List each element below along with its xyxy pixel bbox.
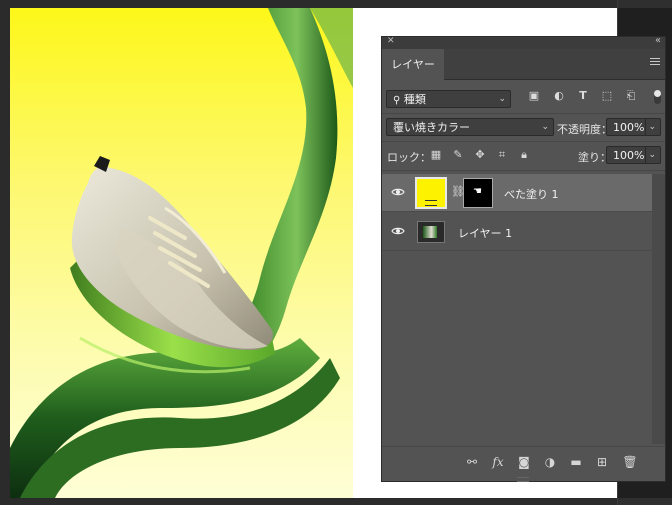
new-layer-icon[interactable]: ⊞ <box>594 455 610 469</box>
layer-mask-thumbnail[interactable]: ☚ <box>463 178 493 208</box>
fill-field[interactable]: 100% ⌄ <box>606 146 661 164</box>
shape-filter-icon[interactable]: ⬚ <box>601 90 613 102</box>
layers-panel: ✕ ‹‹ レイヤー ⚲ 種類 ⌄ ▣ ◐ T ⬚ ⎗ 覆い焼きカラー ⌄ 不透明… <box>381 35 666 482</box>
panel-titlebar[interactable]: ✕ ‹‹ <box>382 35 665 49</box>
lock-artboard-icon[interactable]: ⌗ <box>496 149 508 161</box>
layers-scrollbar[interactable] <box>652 174 665 444</box>
pixel-filter-icon[interactable]: ▣ <box>528 90 540 102</box>
blend-mode-value: 覆い焼きカラー <box>393 121 470 134</box>
resize-grip[interactable] <box>517 477 529 482</box>
fx-icon[interactable]: fx <box>490 455 506 469</box>
adjustment-filter-icon[interactable]: ◐ <box>553 90 565 102</box>
eye-icon[interactable] <box>391 187 405 197</box>
opacity-label: 不透明度： <box>557 123 612 136</box>
chevron-down-icon: ⌄ <box>541 122 549 132</box>
layer-name-image[interactable]: レイヤー 1 <box>458 225 512 241</box>
lock-transparent-pixels-icon[interactable]: ▦ <box>430 149 442 161</box>
filter-kind-select[interactable]: ⚲ 種類 ⌄ <box>386 90 511 108</box>
fill-value: 100% <box>613 149 645 162</box>
close-icon[interactable]: ✕ <box>387 36 395 46</box>
lock-all-icon[interactable]: 🔒︎ <box>518 149 530 161</box>
panel-menu-icon[interactable] <box>650 58 660 68</box>
folder-icon[interactable]: ▬ <box>568 455 584 469</box>
blend-mode-select[interactable]: 覆い焼きカラー ⌄ <box>386 118 554 136</box>
chevron-down-icon[interactable]: ⌄ <box>645 147 656 164</box>
filter-kind-label: 種類 <box>403 93 426 106</box>
tab-layers[interactable]: レイヤー <box>382 49 444 80</box>
lock-image-pixels-icon[interactable]: ✎ <box>452 149 464 161</box>
eye-icon[interactable] <box>391 226 405 236</box>
collapse-icon[interactable]: ‹‹ <box>655 35 661 46</box>
cursor-hand-icon: ☚ <box>473 186 482 197</box>
chevron-down-icon: ⌄ <box>498 94 506 104</box>
trash-icon[interactable]: 🗑︎ <box>622 455 638 469</box>
chevron-down-icon[interactable]: ⌄ <box>645 119 656 136</box>
fill-layer-thumbnail[interactable] <box>415 177 447 209</box>
opacity-field[interactable]: 100% ⌄ <box>606 118 661 136</box>
link-layers-icon[interactable]: ⚯ <box>464 455 480 469</box>
opacity-value: 100% <box>613 121 645 134</box>
lock-position-icon[interactable]: ✥ <box>474 149 486 161</box>
panel-tab-row: レイヤー <box>382 49 665 80</box>
smart-object-filter-icon[interactable]: ⎗ <box>625 90 637 102</box>
layer-row-image[interactable]: レイヤー 1 <box>382 213 652 251</box>
type-filter-icon[interactable]: T <box>577 90 589 102</box>
filter-toggle[interactable] <box>654 90 661 104</box>
layer-name-fill[interactable]: べた塗り 1 <box>504 186 559 202</box>
lock-label: ロック： <box>387 151 431 164</box>
layer-thumbnail[interactable] <box>417 221 445 243</box>
adjustment-layer-icon[interactable]: ◑ <box>542 455 558 469</box>
add-mask-icon[interactable]: ◙ <box>516 455 532 469</box>
sneaker-photo <box>10 8 353 498</box>
layer-row-fill[interactable]: ⛓ ☚ べた塗り 1 <box>382 174 652 212</box>
search-icon: ⚲ <box>393 95 401 106</box>
